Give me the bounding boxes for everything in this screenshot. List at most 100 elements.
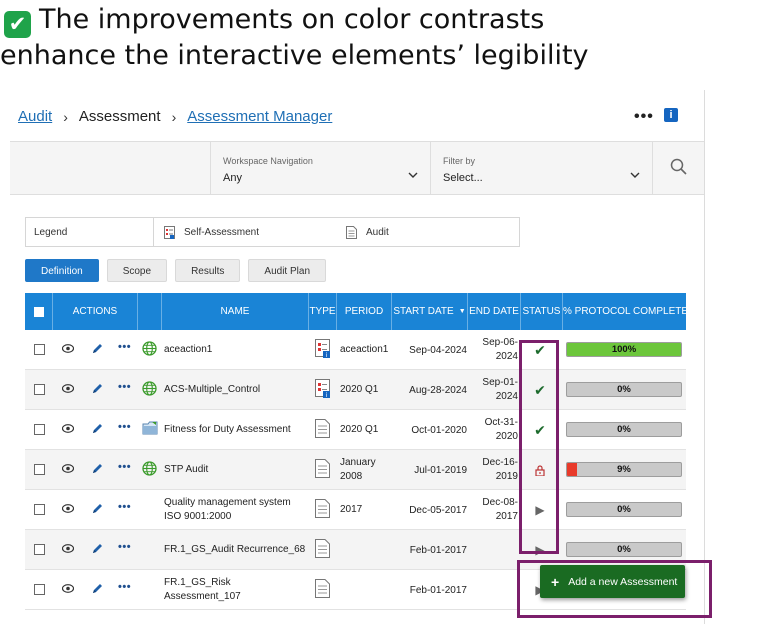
legend-audit: Audit: [346, 226, 389, 239]
edit-pencil-icon[interactable]: [91, 583, 103, 598]
eye-icon[interactable]: [61, 464, 75, 476]
legend: Legend Self-Assessment Audit: [25, 217, 520, 247]
eye-icon[interactable]: [61, 384, 75, 396]
column-start-date-label: START DATE: [393, 306, 454, 317]
breadcrumb-manager-link[interactable]: Assessment Manager: [187, 108, 332, 125]
column-name[interactable]: NAME: [162, 293, 309, 330]
select-all-cell: [25, 293, 53, 330]
row-more-icon[interactable]: •••: [118, 381, 131, 393]
assessment-end-date: Sep-01-2024: [482, 377, 518, 402]
assessment-end-date: Oct-31-2020: [484, 417, 518, 442]
workspace-navigation-label: Workspace Navigation: [223, 156, 313, 166]
assessment-end-date: Dec-08-2017: [482, 497, 518, 522]
audit-document-icon: [315, 539, 330, 561]
progress-percent: 0%: [617, 504, 631, 515]
assessment-name: ACS-Multiple_Control: [164, 384, 261, 395]
eye-icon[interactable]: [61, 424, 75, 436]
self-assessment-icon: i: [315, 379, 331, 401]
row-checkbox[interactable]: [34, 584, 45, 595]
eye-icon[interactable]: [61, 544, 75, 556]
edit-pencil-icon[interactable]: [91, 503, 103, 518]
row-more-icon[interactable]: •••: [118, 421, 131, 433]
eye-icon[interactable]: [61, 504, 75, 516]
assessment-start-date: Feb-01-2017: [409, 584, 467, 596]
row-checkbox[interactable]: [34, 504, 45, 515]
row-more-icon[interactable]: •••: [118, 461, 131, 473]
column-icon: [138, 293, 162, 330]
table-row: ••• ACS-Multiple_Control i 2020 Q1 Aug-2…: [25, 370, 686, 410]
breadcrumb-audit-link[interactable]: Audit: [18, 108, 52, 125]
more-options-icon[interactable]: •••: [634, 108, 654, 126]
globe-icon: [142, 461, 157, 479]
legend-audit-label: Audit: [366, 227, 389, 238]
self-assessment-icon: i: [315, 339, 331, 361]
table-row: ••• STP Audit January 2008 Jul-01-2019 D…: [25, 450, 686, 490]
assessment-end-date: [470, 530, 518, 570]
filter-by-select[interactable]: Filter by Select...: [430, 142, 652, 194]
row-more-icon[interactable]: •••: [118, 341, 131, 353]
tab-scope[interactable]: Scope: [106, 259, 168, 282]
add-button-highlight-box: [517, 560, 712, 618]
assessment-start-date: Aug-28-2024: [409, 384, 467, 396]
chevron-down-icon: [408, 170, 418, 181]
row-more-icon[interactable]: •••: [118, 541, 131, 553]
assessment-end-date: Sep-06-2024: [482, 337, 518, 362]
edit-pencil-icon[interactable]: [91, 543, 103, 558]
legend-title: Legend: [34, 227, 68, 238]
protocol-progress-bar: 0%: [566, 542, 682, 557]
edit-pencil-icon[interactable]: [91, 463, 103, 478]
edit-pencil-icon[interactable]: [91, 383, 103, 398]
row-checkbox[interactable]: [34, 544, 45, 555]
assessment-start-date: Oct-01-2020: [411, 424, 467, 436]
globe-icon: [142, 381, 157, 399]
self-assessment-icon: [164, 226, 175, 239]
progress-percent: 0%: [617, 424, 631, 435]
tab-audit-plan[interactable]: Audit Plan: [248, 259, 327, 282]
assessment-period: January 2008: [340, 457, 376, 482]
row-more-icon[interactable]: •••: [118, 581, 131, 593]
filter-bar: Workspace Navigation Any Filter by Selec…: [10, 141, 704, 195]
info-icon[interactable]: i: [664, 108, 678, 122]
headline-line-1: ✔ The improvements on color contrasts: [2, 2, 589, 38]
status-highlight-box: [519, 340, 559, 554]
audit-document-icon: [346, 226, 357, 239]
column-actions: ACTIONS: [53, 293, 138, 330]
row-checkbox[interactable]: [34, 344, 45, 355]
column-period[interactable]: PERIOD: [337, 293, 392, 330]
tab-results[interactable]: Results: [175, 259, 241, 282]
assessment-name: STP Audit: [164, 464, 209, 475]
workspace-navigation-select[interactable]: Workspace Navigation Any: [210, 142, 430, 194]
legend-divider: [153, 218, 154, 246]
assessment-end-date: Dec-16-2019: [482, 457, 518, 482]
assessment-start-date: Jul-01-2019: [414, 464, 467, 476]
row-checkbox[interactable]: [34, 384, 45, 395]
select-all-checkbox[interactable]: [34, 307, 44, 317]
eye-icon[interactable]: [61, 344, 75, 356]
breadcrumb: Audit › Assessment › Assessment Manager: [18, 108, 332, 125]
assessment-period: [340, 530, 395, 570]
column-start-date[interactable]: START DATE ▼: [392, 293, 468, 330]
eye-icon[interactable]: [61, 584, 75, 596]
legend-self-assessment-label: Self-Assessment: [184, 227, 260, 238]
column-type[interactable]: TYPE: [309, 293, 337, 330]
tab-definition[interactable]: Definition: [25, 259, 99, 282]
column-status[interactable]: STATUS: [521, 293, 563, 330]
table-row: ••• Fitness for Duty Assessment 2020 Q1 …: [25, 410, 686, 450]
edit-pencil-icon[interactable]: [91, 423, 103, 438]
row-checkbox[interactable]: [34, 424, 45, 435]
column-end-date[interactable]: END DATE: [468, 293, 521, 330]
edit-pencil-icon[interactable]: [91, 343, 103, 358]
assessment-period: [340, 570, 395, 610]
row-checkbox[interactable]: [34, 464, 45, 475]
progress-percent: 100%: [611, 344, 637, 355]
protocol-progress-bar: 9%: [566, 462, 682, 477]
globe-icon: [142, 341, 157, 359]
column-protocol-complete[interactable]: % PROTOCOL COMPLETE: [563, 293, 688, 330]
audit-document-icon: [315, 579, 330, 601]
table-header: ACTIONS NAME TYPE PERIOD START DATE ▼ END…: [25, 293, 688, 330]
row-more-icon[interactable]: •••: [118, 501, 131, 513]
tab-bar: Definition Scope Results Audit Plan: [25, 259, 334, 282]
search-icon[interactable]: [670, 158, 688, 176]
protocol-progress-bar: 0%: [566, 422, 682, 437]
assessment-start-date: Sep-04-2024: [409, 344, 467, 356]
